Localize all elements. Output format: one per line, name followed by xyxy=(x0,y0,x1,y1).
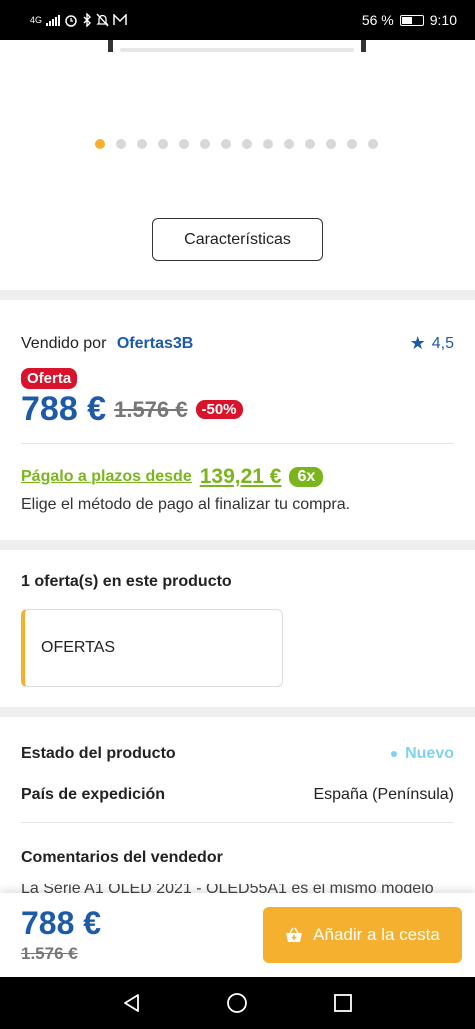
bluetooth-icon xyxy=(83,13,92,27)
gallery-dot[interactable] xyxy=(242,139,252,149)
gallery-dot[interactable] xyxy=(137,139,147,149)
discount-badge: -50% xyxy=(195,400,243,419)
offers-title: 1 oferta(s) en este producto xyxy=(21,573,232,590)
features-button[interactable]: Características xyxy=(152,218,323,261)
add-to-basket-button[interactable]: Añadir a la cesta xyxy=(263,907,462,963)
gallery-dot[interactable] xyxy=(368,139,378,149)
divider xyxy=(21,822,454,823)
clock: 9:10 xyxy=(429,12,457,28)
basket-plus-icon xyxy=(285,927,303,943)
country-value: España (Península) xyxy=(313,786,454,803)
installments-amount: 139,21 € xyxy=(199,465,282,488)
product-state-row: Estado del producto Nuevo xyxy=(21,745,454,763)
seller-row: Vendido por Ofertas3B ★ 4,5 xyxy=(21,333,454,354)
product-image xyxy=(108,40,366,52)
recents-icon[interactable] xyxy=(333,993,353,1013)
state-label: Estado del producto xyxy=(21,745,176,762)
seller-name-link[interactable]: Ofertas3B xyxy=(117,335,193,352)
rating-value: 4,5 xyxy=(431,334,454,352)
battery-icon xyxy=(399,14,424,26)
section-divider xyxy=(0,540,475,550)
seller-label: Vendido por xyxy=(21,334,107,352)
gallery-dot[interactable] xyxy=(263,139,273,149)
star-icon: ★ xyxy=(409,333,426,353)
gallery-dot[interactable] xyxy=(158,139,168,149)
gallery-dot[interactable] xyxy=(326,139,336,149)
offers-box[interactable]: OFERTAS xyxy=(21,609,283,687)
product-gallery[interactable]: Características xyxy=(0,40,475,290)
home-icon[interactable] xyxy=(226,992,248,1014)
gallery-pagination[interactable] xyxy=(95,139,378,149)
bottom-price: 788 € xyxy=(21,905,102,941)
gallery-dot[interactable] xyxy=(200,139,210,149)
signal-icon xyxy=(46,14,61,26)
section-divider xyxy=(0,290,475,300)
mute-icon xyxy=(96,13,109,27)
installments-badge: 6x xyxy=(289,467,324,487)
network-label: 4G xyxy=(30,14,43,25)
gallery-dot[interactable] xyxy=(221,139,231,149)
state-value: Nuevo xyxy=(391,745,454,763)
country-label: País de expedición xyxy=(21,786,166,803)
installments-text: Págalo a plazos desde xyxy=(21,468,192,485)
status-dot-icon xyxy=(391,751,398,757)
payment-note: Elige el método de pago al finalizar tu … xyxy=(21,496,351,513)
price-row: 788 € 1.576 € -50% xyxy=(21,390,243,429)
battery-percent: 56 % xyxy=(361,12,394,28)
gallery-dot[interactable] xyxy=(116,139,126,149)
offer-badge: Oferta xyxy=(21,368,78,389)
section-divider xyxy=(0,707,475,717)
gallery-dot[interactable] xyxy=(284,139,294,149)
status-icons: 4G xyxy=(30,13,127,27)
system-nav-bar xyxy=(0,977,475,1029)
gallery-dot[interactable] xyxy=(347,139,357,149)
shipping-country-row: País de expedición España (Península) xyxy=(21,786,454,804)
divider xyxy=(21,443,454,444)
alarm-icon xyxy=(65,15,77,27)
gallery-dot[interactable] xyxy=(305,139,315,149)
seller-rating[interactable]: ★ 4,5 xyxy=(410,333,454,354)
current-price: 788 € xyxy=(21,390,107,428)
sticky-buy-bar: 788 € 1.576 € Añadir a la cesta xyxy=(0,893,475,977)
installments-link[interactable]: Págalo a plazos desde 139,21 € 6x xyxy=(21,465,324,489)
status-bar: 4G 56 % 9:10 xyxy=(0,0,475,40)
status-right: 56 % 9:10 xyxy=(362,12,457,28)
add-to-basket-label: Añadir a la cesta xyxy=(313,925,440,944)
bottom-old-price: 1.576 € xyxy=(21,944,78,963)
comments-title: Comentarios del vendedor xyxy=(21,849,223,866)
gallery-dot[interactable] xyxy=(179,139,189,149)
back-icon[interactable] xyxy=(122,993,142,1013)
old-price: 1.576 € xyxy=(114,396,188,422)
gallery-dot[interactable] xyxy=(95,139,105,149)
seller-info: Vendido por Ofertas3B xyxy=(21,335,193,353)
mail-icon xyxy=(113,14,127,25)
